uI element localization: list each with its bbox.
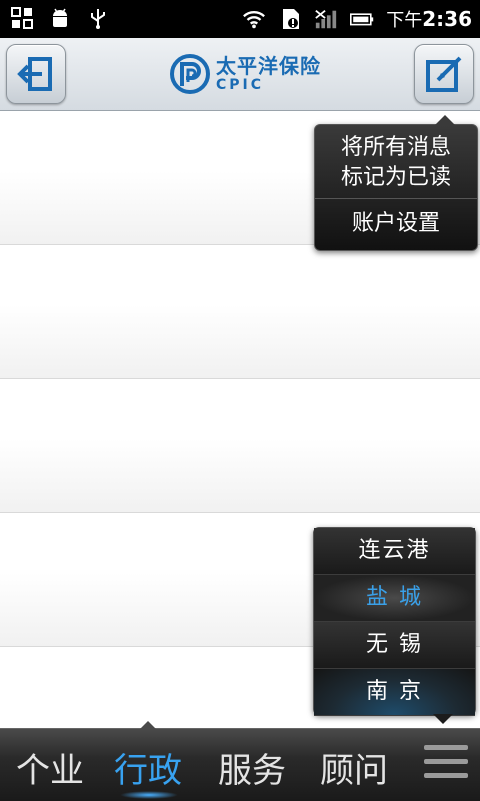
header-dropdown-menu: 将所有消息 标记为已读 账户设置 xyxy=(314,115,478,251)
signal-icon xyxy=(314,7,338,31)
app-header: 太平洋保险 CPIC xyxy=(0,38,480,111)
list-item[interactable] xyxy=(0,379,480,513)
menu-pointer xyxy=(433,714,453,724)
city-item-wuxi[interactable]: 无 锡 xyxy=(314,622,475,669)
compose-icon xyxy=(426,56,462,92)
mark-all-read-menu-item[interactable]: 将所有消息 标记为已读 xyxy=(315,125,477,199)
android-icon xyxy=(48,6,72,30)
list-item[interactable] xyxy=(0,245,480,379)
grid-icon xyxy=(10,6,34,30)
status-bar: 下午2:36 xyxy=(0,0,480,38)
logo-english-text: CPIC xyxy=(216,77,265,93)
wifi-icon xyxy=(242,7,266,31)
city-item-yancheng[interactable]: 盐 城 xyxy=(314,575,475,622)
cpic-logo: 太平洋保险 CPIC xyxy=(170,52,321,96)
logout-icon xyxy=(17,57,52,91)
tab-advisor[interactable]: 顾问 xyxy=(320,743,388,792)
tab-personal[interactable]: 个业 xyxy=(16,743,84,792)
sd-card-alert-icon xyxy=(278,7,302,31)
active-tab-caret xyxy=(140,721,156,729)
tab-service[interactable]: 服务 xyxy=(218,743,286,792)
city-menu: 连云港 盐 城 无 锡 南 京 xyxy=(313,527,476,724)
logout-button[interactable] xyxy=(6,44,66,104)
menu-icon[interactable] xyxy=(424,745,468,783)
active-tab-indicator xyxy=(120,791,178,799)
city-item-nanjing[interactable]: 南 京 xyxy=(314,669,475,716)
clock-time: 2:36 xyxy=(422,7,472,31)
bottom-navigation: 个业 行政 服务 顾问 xyxy=(0,721,480,801)
city-item-lianyungang[interactable]: 连云港 xyxy=(314,528,475,575)
compose-button[interactable] xyxy=(414,44,474,104)
tab-administration[interactable]: 行政 xyxy=(114,743,182,792)
menu-pointer xyxy=(435,115,455,125)
usb-icon xyxy=(86,6,110,30)
account-settings-menu-item[interactable]: 账户设置 xyxy=(315,199,477,249)
battery-icon xyxy=(350,7,374,31)
cpic-logo-icon xyxy=(170,54,210,94)
clock-period: 下午 xyxy=(386,10,423,31)
logo-chinese-text: 太平洋保险 xyxy=(216,54,321,78)
clock: 下午2:36 xyxy=(386,6,472,32)
